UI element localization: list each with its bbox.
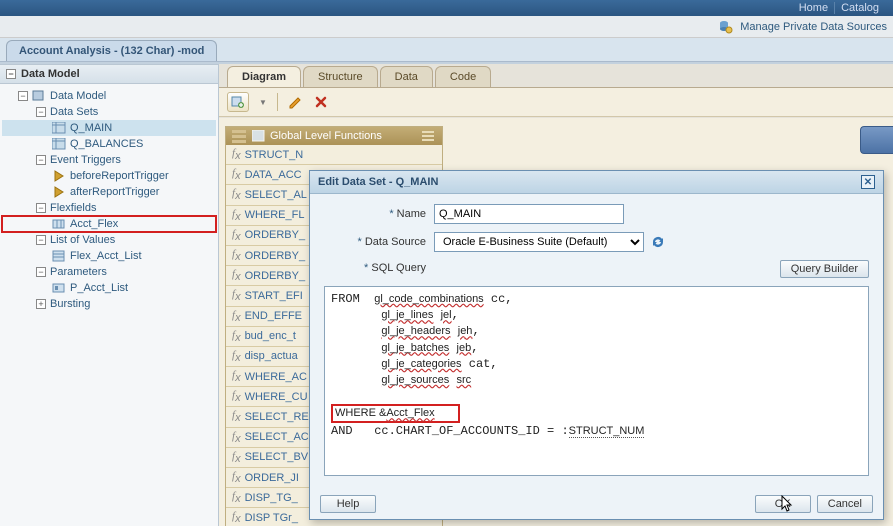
fx-icon: fx xyxy=(232,430,241,445)
tree-section-params[interactable]: −Parameters xyxy=(2,264,216,280)
tree-item-acct-flex[interactable]: Acct_Flex xyxy=(2,216,216,232)
fx-icon: fx xyxy=(232,389,241,404)
separator xyxy=(277,93,278,111)
tree-item-qmain[interactable]: Q_MAIN xyxy=(2,120,216,136)
fx-icon: fx xyxy=(232,369,241,384)
tab-structure[interactable]: Structure xyxy=(303,66,378,87)
tree-section-datasets[interactable]: −Data Sets xyxy=(2,104,216,120)
close-button[interactable]: ✕ xyxy=(861,175,875,189)
trigger-icon xyxy=(52,170,66,182)
sql-textarea[interactable]: FROM gl_code_combinations cc, gl_je_line… xyxy=(324,286,869,476)
dataset-icon xyxy=(52,138,66,150)
tree: −Data Model −Data Sets Q_MAIN Q_BALANCES… xyxy=(0,84,218,316)
fx-icon: fx xyxy=(232,490,241,505)
tree-section-triggers[interactable]: −Event Triggers xyxy=(2,152,216,168)
menu-icon[interactable] xyxy=(422,130,436,142)
fx-icon: fx xyxy=(232,228,241,243)
tree-item-qbalances[interactable]: Q_BALANCES xyxy=(2,136,216,152)
sidebar: − Data Model −Data Model −Data Sets Q_MA… xyxy=(0,64,219,526)
minus-icon[interactable]: − xyxy=(36,107,46,117)
query-builder-button[interactable]: Query Builder xyxy=(780,260,869,278)
plus-icon[interactable]: + xyxy=(36,299,46,309)
tab-diagram[interactable]: Diagram xyxy=(227,66,301,87)
tree-section-lov[interactable]: −List of Values xyxy=(2,232,216,248)
name-input[interactable] xyxy=(434,204,624,224)
minus-icon[interactable]: − xyxy=(36,203,46,213)
fx-icon: fx xyxy=(232,147,241,162)
fx-icon: fx xyxy=(232,510,241,525)
document-tabs: Account Analysis - (132 Char) -mod xyxy=(0,38,893,62)
edit-dataset-dialog: Edit Data Set - Q_MAIN ✕ * Name * Data S… xyxy=(309,170,884,520)
panel-title-bar[interactable]: Global Level Functions xyxy=(226,127,442,145)
datasource-label: * Data Source xyxy=(324,236,434,248)
fx-icon: fx xyxy=(232,450,241,465)
tree-root[interactable]: −Data Model xyxy=(2,88,216,104)
fx-icon: fx xyxy=(232,187,241,202)
manage-data-sources-link[interactable]: Manage Private Data Sources xyxy=(719,20,887,34)
datasource-icon xyxy=(719,20,733,34)
ok-button[interactable]: OK xyxy=(755,495,811,513)
name-label: * Name xyxy=(324,208,434,220)
fx-icon: fx xyxy=(232,248,241,263)
dialog-titlebar[interactable]: Edit Data Set - Q_MAIN ✕ xyxy=(310,171,883,194)
document-tab-active[interactable]: Account Analysis - (132 Char) -mod xyxy=(6,40,217,61)
sub-header: Manage Private Data Sources xyxy=(0,16,893,38)
panel-header-data-model[interactable]: − Data Model xyxy=(0,64,218,84)
diagram-toolbar: ▼ xyxy=(219,88,893,117)
tree-section-bursting[interactable]: +Bursting xyxy=(2,296,216,312)
top-nav: Home Catalog xyxy=(0,0,893,16)
fx-icon: fx xyxy=(232,409,241,424)
collapse-icon[interactable]: − xyxy=(6,69,16,79)
model-icon xyxy=(32,90,46,102)
cancel-button[interactable]: Cancel xyxy=(817,495,873,513)
fx-icon: fx xyxy=(232,268,241,283)
fx-icon: fx xyxy=(232,470,241,485)
fx-icon: fx xyxy=(232,329,241,344)
minus-icon[interactable]: − xyxy=(36,267,46,277)
sql-label: * SQL Query xyxy=(324,260,434,274)
edit-button[interactable] xyxy=(288,94,304,110)
nav-catalog[interactable]: Catalog xyxy=(834,2,885,14)
tree-item-after-trigger[interactable]: afterReportTrigger xyxy=(2,184,216,200)
content-tabs: Diagram Structure Data Code xyxy=(219,64,893,88)
fx-icon: fx xyxy=(232,288,241,303)
new-dataset-button[interactable] xyxy=(227,92,249,112)
tab-code[interactable]: Code xyxy=(435,66,491,87)
tree-item-p-acct-list[interactable]: P_Acct_List xyxy=(2,280,216,296)
function-item[interactable]: fxSTRUCT_N xyxy=(226,145,442,165)
trigger-icon xyxy=(52,186,66,198)
tab-data[interactable]: Data xyxy=(380,66,433,87)
collapsed-panel[interactable] xyxy=(860,126,893,154)
fx-icon: fx xyxy=(232,349,241,364)
tree-item-before-trigger[interactable]: beforeReportTrigger xyxy=(2,168,216,184)
param-icon xyxy=(52,282,66,294)
flex-icon xyxy=(52,218,66,230)
fx-icon: fx xyxy=(232,208,241,223)
lov-icon xyxy=(52,250,66,262)
refresh-button[interactable] xyxy=(650,234,666,250)
grip-icon xyxy=(232,135,246,138)
minus-icon[interactable]: − xyxy=(36,155,46,165)
tree-section-flexfields[interactable]: −Flexfields xyxy=(2,200,216,216)
help-button[interactable]: Help xyxy=(320,495,376,513)
datasource-select[interactable]: Oracle E-Business Suite (Default) xyxy=(434,232,644,252)
minus-icon[interactable]: − xyxy=(36,235,46,245)
dataset-icon xyxy=(52,122,66,134)
nav-home[interactable]: Home xyxy=(793,2,834,14)
delete-button[interactable] xyxy=(314,95,328,109)
tree-item-flex-acct-list[interactable]: Flex_Acct_List xyxy=(2,248,216,264)
minus-icon[interactable]: − xyxy=(18,91,28,101)
fx-icon: fx xyxy=(232,309,241,324)
fx-icon: fx xyxy=(232,167,241,182)
